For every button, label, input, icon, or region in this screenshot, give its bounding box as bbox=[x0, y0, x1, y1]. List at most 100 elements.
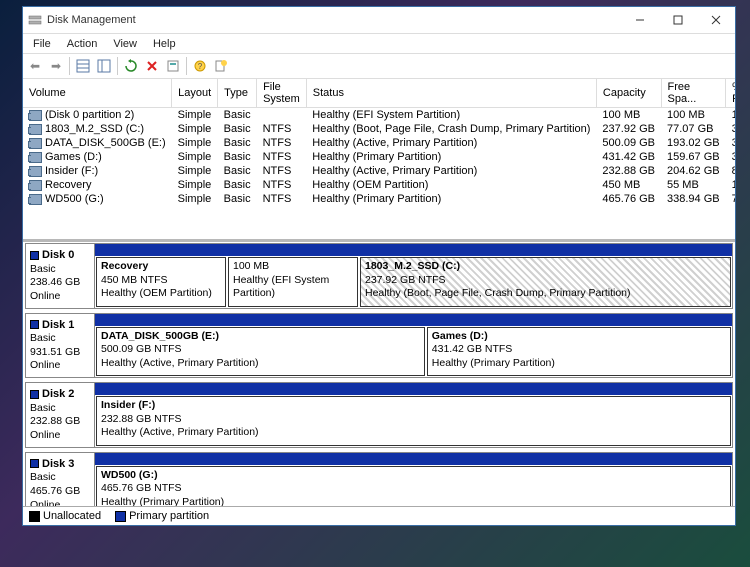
cell-layout: Simple bbox=[172, 178, 218, 192]
refresh-icon[interactable] bbox=[121, 56, 141, 76]
cell-cap: 450 MB bbox=[596, 178, 661, 192]
disk-info[interactable]: Disk 2Basic232.88 GBOnline bbox=[26, 383, 95, 447]
drive-icon bbox=[29, 110, 42, 121]
disk-stripe bbox=[95, 383, 732, 395]
cell-status: Healthy (EFI System Partition) bbox=[306, 108, 596, 123]
cell-pct: 39 % bbox=[726, 136, 735, 150]
cell-type: Basic bbox=[218, 164, 257, 178]
volume-row[interactable]: (Disk 0 partition 2)SimpleBasicHealthy (… bbox=[23, 108, 735, 123]
cell-layout: Simple bbox=[172, 136, 218, 150]
table-icon[interactable] bbox=[73, 56, 93, 76]
cell-free: 204.62 GB bbox=[661, 164, 726, 178]
cell-cap: 465.76 GB bbox=[596, 192, 661, 206]
delete-icon[interactable] bbox=[142, 56, 162, 76]
disk-stripe bbox=[95, 453, 732, 465]
menu-help[interactable]: Help bbox=[145, 36, 184, 52]
column-header[interactable]: Capacity bbox=[596, 79, 661, 108]
unallocated-swatch bbox=[29, 511, 40, 522]
cell-fs: NTFS bbox=[257, 178, 307, 192]
cell-name: Recovery bbox=[23, 178, 172, 192]
disk-icon bbox=[30, 320, 39, 329]
cell-free: 77.07 GB bbox=[661, 122, 726, 136]
cell-name: Insider (F:) bbox=[23, 164, 172, 178]
cell-fs: NTFS bbox=[257, 150, 307, 164]
separator bbox=[117, 57, 118, 75]
cell-cap: 232.88 GB bbox=[596, 164, 661, 178]
partition[interactable]: Insider (F:)232.88 GB NTFSHealthy (Activ… bbox=[96, 396, 731, 446]
forward-icon: ➡ bbox=[46, 56, 66, 76]
menu-file[interactable]: File bbox=[25, 36, 59, 52]
new-icon[interactable] bbox=[211, 56, 231, 76]
cell-status: Healthy (Active, Primary Partition) bbox=[306, 136, 596, 150]
svg-text:?: ? bbox=[198, 62, 203, 71]
column-header[interactable]: Layout bbox=[172, 79, 218, 108]
cell-status: Healthy (OEM Partition) bbox=[306, 178, 596, 192]
help-icon[interactable]: ? bbox=[190, 56, 210, 76]
close-button[interactable] bbox=[697, 7, 735, 33]
cell-fs: NTFS bbox=[257, 192, 307, 206]
disk-icon bbox=[30, 390, 39, 399]
disk-stripe bbox=[95, 244, 732, 256]
menu-action[interactable]: Action bbox=[59, 36, 106, 52]
volume-row[interactable]: 1803_M.2_SSD (C:)SimpleBasicNTFSHealthy … bbox=[23, 122, 735, 136]
partition[interactable]: Games (D:)431.42 GB NTFSHealthy (Primary… bbox=[427, 327, 731, 377]
cell-name: (Disk 0 partition 2) bbox=[23, 108, 172, 123]
maximize-button[interactable] bbox=[659, 7, 697, 33]
cell-pct: 100 % bbox=[726, 108, 735, 123]
drive-icon bbox=[29, 180, 42, 191]
cell-status: Healthy (Primary Partition) bbox=[306, 192, 596, 206]
drive-icon bbox=[29, 166, 42, 177]
minimize-button[interactable] bbox=[621, 7, 659, 33]
column-header[interactable]: Status bbox=[306, 79, 596, 108]
menubar: File Action View Help bbox=[23, 34, 735, 54]
disk-info[interactable]: Disk 1Basic931.51 GBOnline bbox=[26, 314, 95, 378]
cell-cap: 237.92 GB bbox=[596, 122, 661, 136]
partition[interactable]: 100 MBHealthy (EFI System Partition) bbox=[228, 257, 358, 307]
partition[interactable]: WD500 (G:)465.76 GB NTFSHealthy (Primary… bbox=[96, 466, 731, 506]
volume-row[interactable]: Games (D:)SimpleBasicNTFSHealthy (Primar… bbox=[23, 150, 735, 164]
disk-info[interactable]: Disk 0Basic238.46 GBOnline bbox=[26, 244, 95, 308]
column-header[interactable]: Type bbox=[218, 79, 257, 108]
volume-list[interactable]: VolumeLayoutTypeFile SystemStatusCapacit… bbox=[23, 79, 735, 242]
cell-pct: 12 % bbox=[726, 178, 735, 192]
volume-row[interactable]: WD500 (G:)SimpleBasicNTFSHealthy (Primar… bbox=[23, 192, 735, 206]
partition[interactable]: 1803_M.2_SSD (C:)237.92 GB NTFSHealthy (… bbox=[360, 257, 731, 307]
disk-row: Disk 1Basic931.51 GBOnlineDATA_DISK_500G… bbox=[25, 313, 733, 379]
legend-primary: Primary partition bbox=[129, 510, 209, 522]
drive-icon bbox=[29, 152, 42, 163]
cell-layout: Simple bbox=[172, 192, 218, 206]
disk-management-window: Disk Management File Action View Help ⬅ … bbox=[22, 6, 736, 526]
partition[interactable]: DATA_DISK_500GB (E:)500.09 GB NTFSHealth… bbox=[96, 327, 425, 377]
cell-fs: NTFS bbox=[257, 136, 307, 150]
cell-type: Basic bbox=[218, 108, 257, 123]
separator bbox=[186, 57, 187, 75]
cell-free: 193.02 GB bbox=[661, 136, 726, 150]
menu-view[interactable]: View bbox=[105, 36, 145, 52]
cell-name: DATA_DISK_500GB (E:) bbox=[23, 136, 172, 150]
cell-free: 159.67 GB bbox=[661, 150, 726, 164]
cell-free: 338.94 GB bbox=[661, 192, 726, 206]
volume-table: VolumeLayoutTypeFile SystemStatusCapacit… bbox=[23, 79, 735, 206]
primary-swatch bbox=[115, 511, 126, 522]
disk-stripe bbox=[95, 314, 732, 326]
disk-info[interactable]: Disk 3Basic465.76 GBOnline bbox=[26, 453, 95, 506]
volume-row[interactable]: DATA_DISK_500GB (E:)SimpleBasicNTFSHealt… bbox=[23, 136, 735, 150]
cell-layout: Simple bbox=[172, 150, 218, 164]
volume-row[interactable]: Insider (F:)SimpleBasicNTFSHealthy (Acti… bbox=[23, 164, 735, 178]
disk-map-pane[interactable]: Disk 0Basic238.46 GBOnlineRecovery450 MB… bbox=[23, 242, 735, 506]
partition[interactable]: Recovery450 MB NTFSHealthy (OEM Partitio… bbox=[96, 257, 226, 307]
column-header[interactable]: % Free bbox=[726, 79, 735, 108]
column-header[interactable]: Volume bbox=[23, 79, 172, 108]
column-header[interactable]: File System bbox=[257, 79, 307, 108]
properties-icon[interactable] bbox=[163, 56, 183, 76]
app-icon bbox=[27, 12, 43, 28]
titlebar[interactable]: Disk Management bbox=[23, 7, 735, 34]
cell-type: Basic bbox=[218, 178, 257, 192]
column-header[interactable]: Free Spa... bbox=[661, 79, 726, 108]
list-icon[interactable] bbox=[94, 56, 114, 76]
cell-cap: 100 MB bbox=[596, 108, 661, 123]
legend: Unallocated Primary partition bbox=[23, 506, 735, 525]
cell-name: 1803_M.2_SSD (C:) bbox=[23, 122, 172, 136]
cell-type: Basic bbox=[218, 150, 257, 164]
volume-row[interactable]: RecoverySimpleBasicNTFSHealthy (OEM Part… bbox=[23, 178, 735, 192]
